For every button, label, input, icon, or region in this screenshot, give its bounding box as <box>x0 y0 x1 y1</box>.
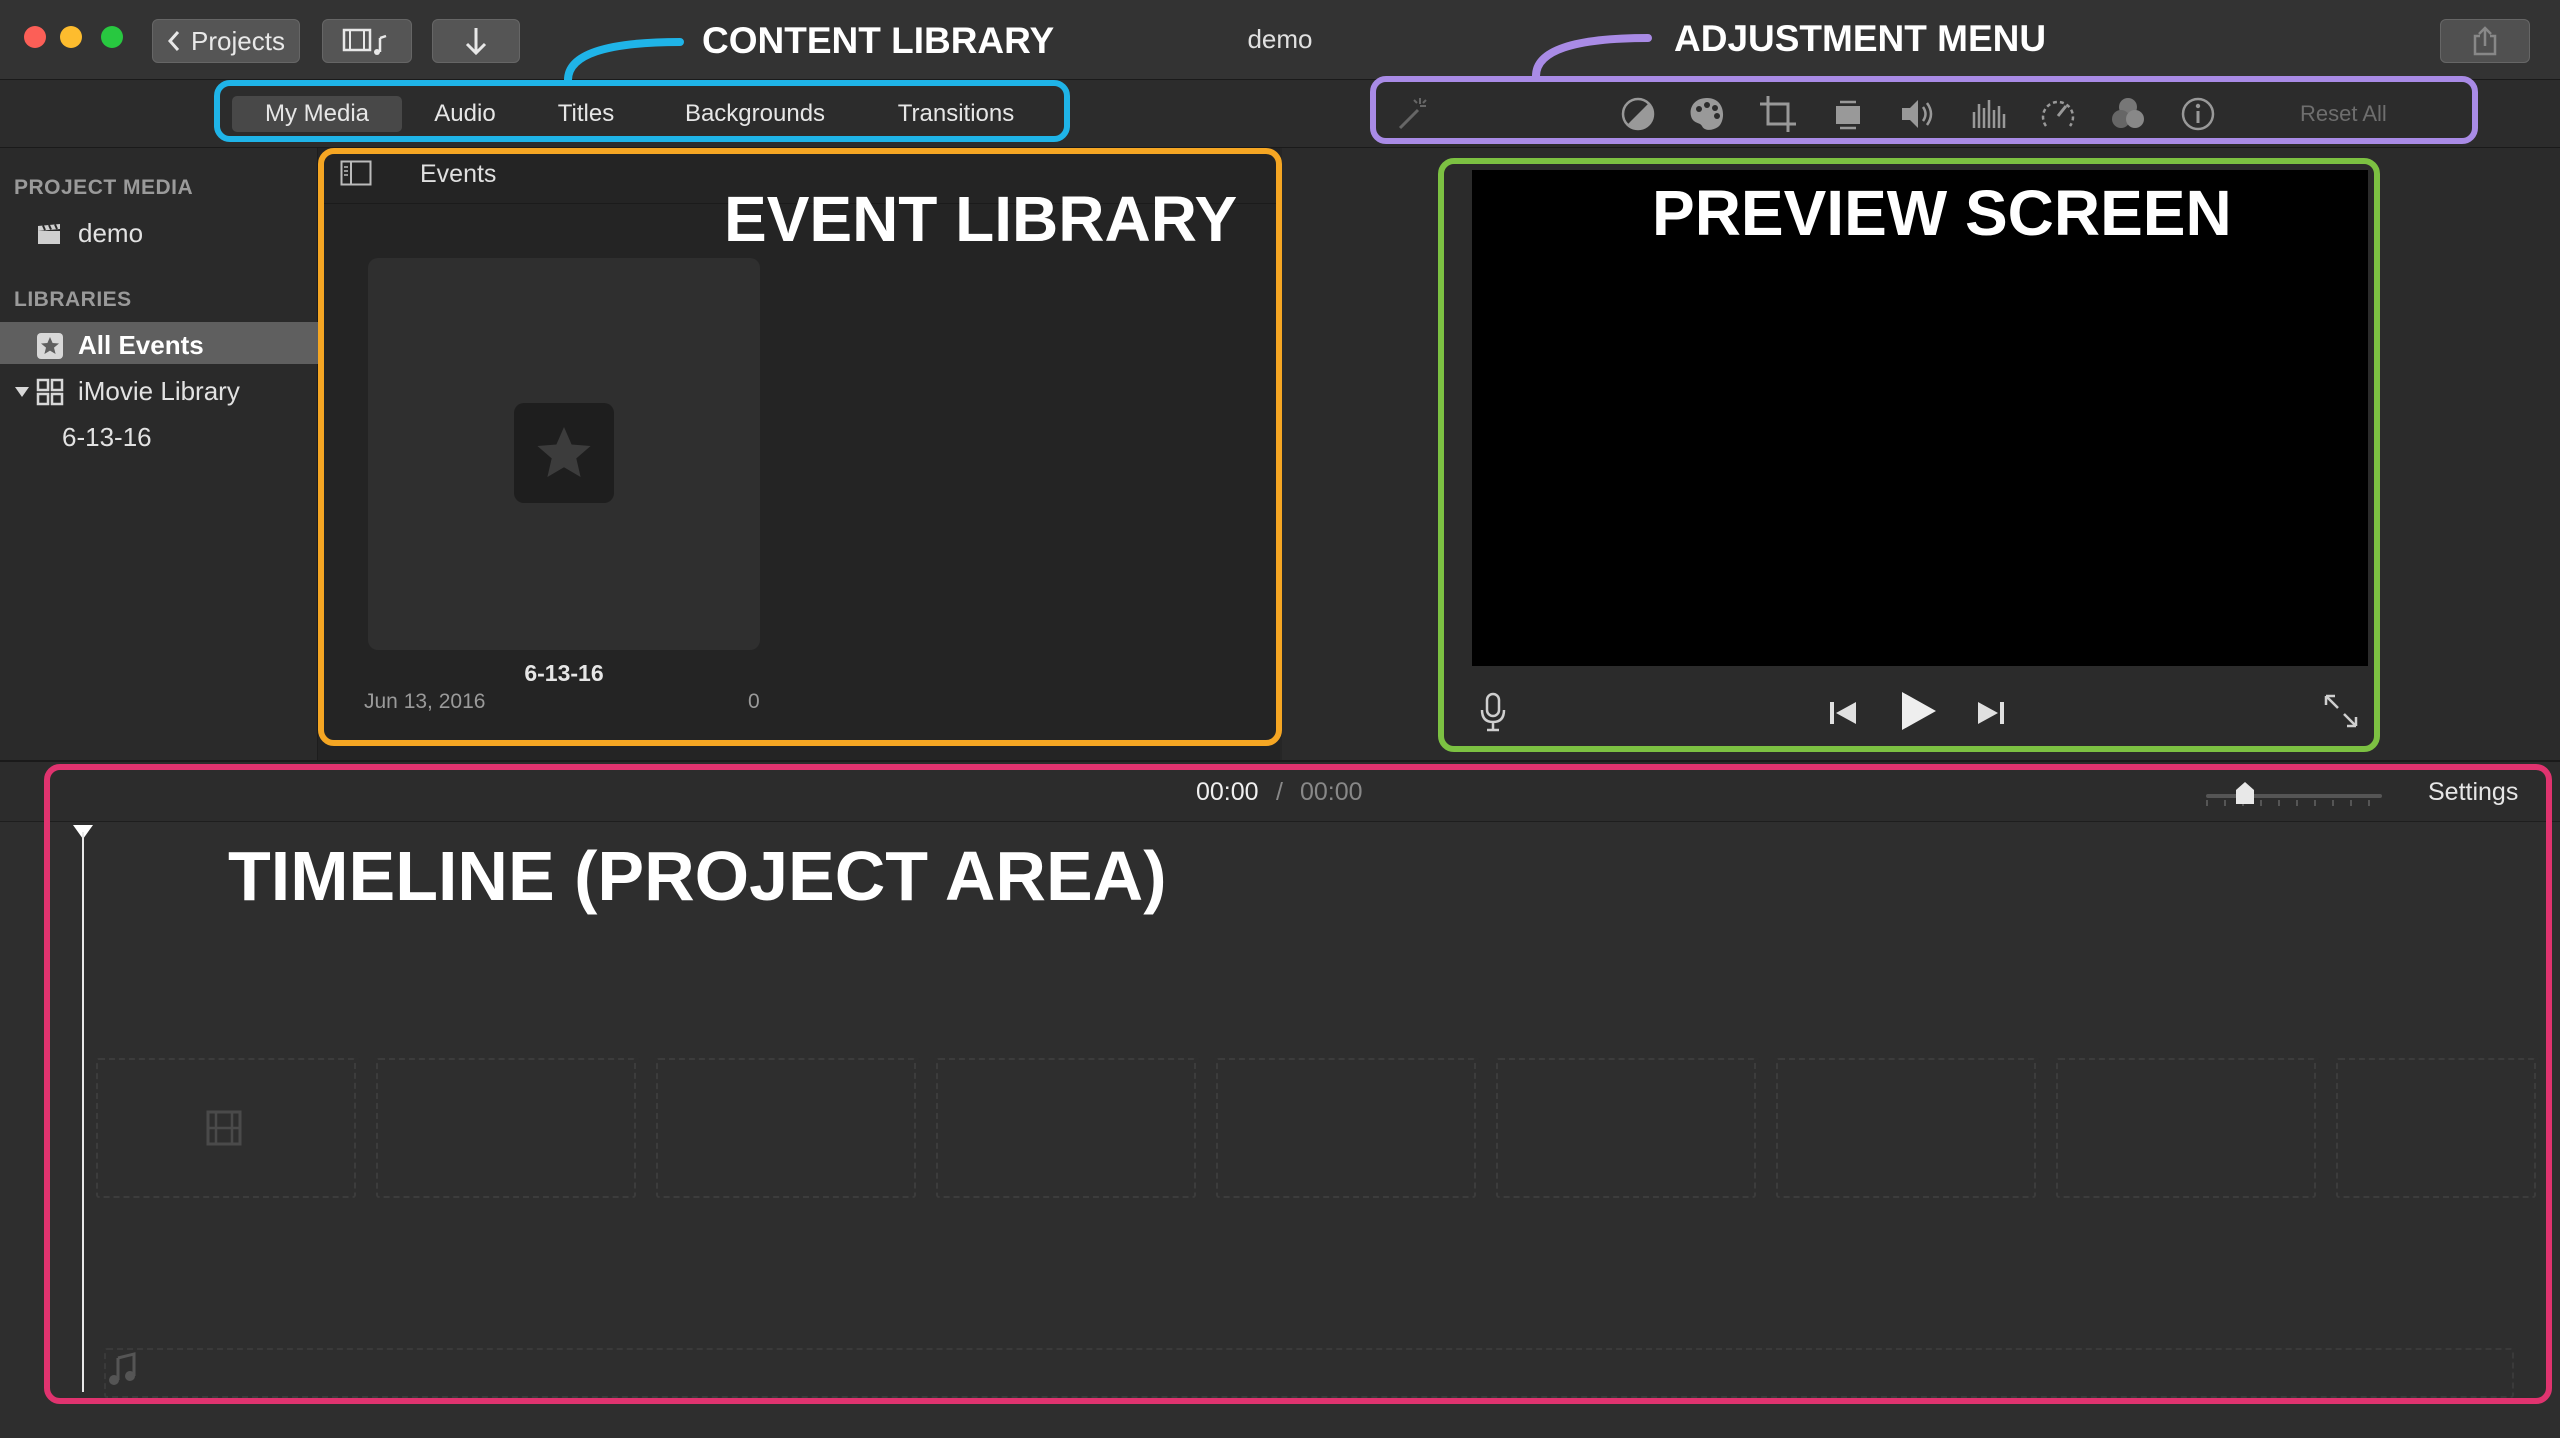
sidebar-item-project[interactable]: demo <box>36 218 143 249</box>
sidebar-library-label: iMovie Library <box>78 376 240 406</box>
window-title: demo <box>1247 24 1313 54</box>
sidebar-all-events-label: All Events <box>78 330 204 360</box>
chevron-left-icon <box>167 30 181 52</box>
preview-screen-label: PREVIEW SCREEN <box>1652 177 2232 249</box>
adjustment-menu-label: ADJUSTMENT MENU <box>1674 18 2047 59</box>
clapperboard-icon <box>36 222 62 246</box>
imovie-window: Projects demo My Media Audio Titles Back… <box>0 0 2560 1438</box>
sidebar-item-all-events[interactable]: All Events <box>36 330 204 361</box>
event-library-label: EVENT LIBRARY <box>724 183 1238 255</box>
libraries-heading: LIBRARIES <box>14 288 132 311</box>
content-library-connector <box>564 38 684 84</box>
close-window-button[interactable] <box>24 26 46 48</box>
sidebar-item-imovie-library[interactable]: iMovie Library <box>14 376 240 407</box>
arrow-down-icon <box>464 26 488 56</box>
disclosure-triangle-icon[interactable] <box>14 384 30 400</box>
content-library-highlight <box>214 80 1070 142</box>
content-library-label: CONTENT LIBRARY <box>702 20 1055 61</box>
media-browser-toggle-button[interactable] <box>322 19 412 63</box>
projects-button-label: Projects <box>191 25 285 56</box>
project-media-heading: PROJECT MEDIA <box>14 176 194 199</box>
adjustment-menu-connector <box>1532 34 1652 80</box>
sidebar-project-label: demo <box>78 218 144 248</box>
film-music-icon <box>342 26 392 56</box>
library-grid-icon <box>36 378 64 406</box>
import-button[interactable] <box>432 19 520 63</box>
share-button[interactable] <box>2440 19 2530 63</box>
adjustment-menu-highlight <box>1370 76 2478 144</box>
star-icon <box>36 332 64 360</box>
share-icon <box>2472 26 2498 56</box>
minimize-window-button[interactable] <box>60 26 82 48</box>
projects-button[interactable]: Projects <box>152 19 300 63</box>
timeline-label: TIMELINE (PROJECT AREA) <box>228 837 1167 915</box>
zoom-window-button[interactable] <box>101 26 123 48</box>
sidebar-item-event[interactable]: 6-13-16 <box>62 422 152 453</box>
